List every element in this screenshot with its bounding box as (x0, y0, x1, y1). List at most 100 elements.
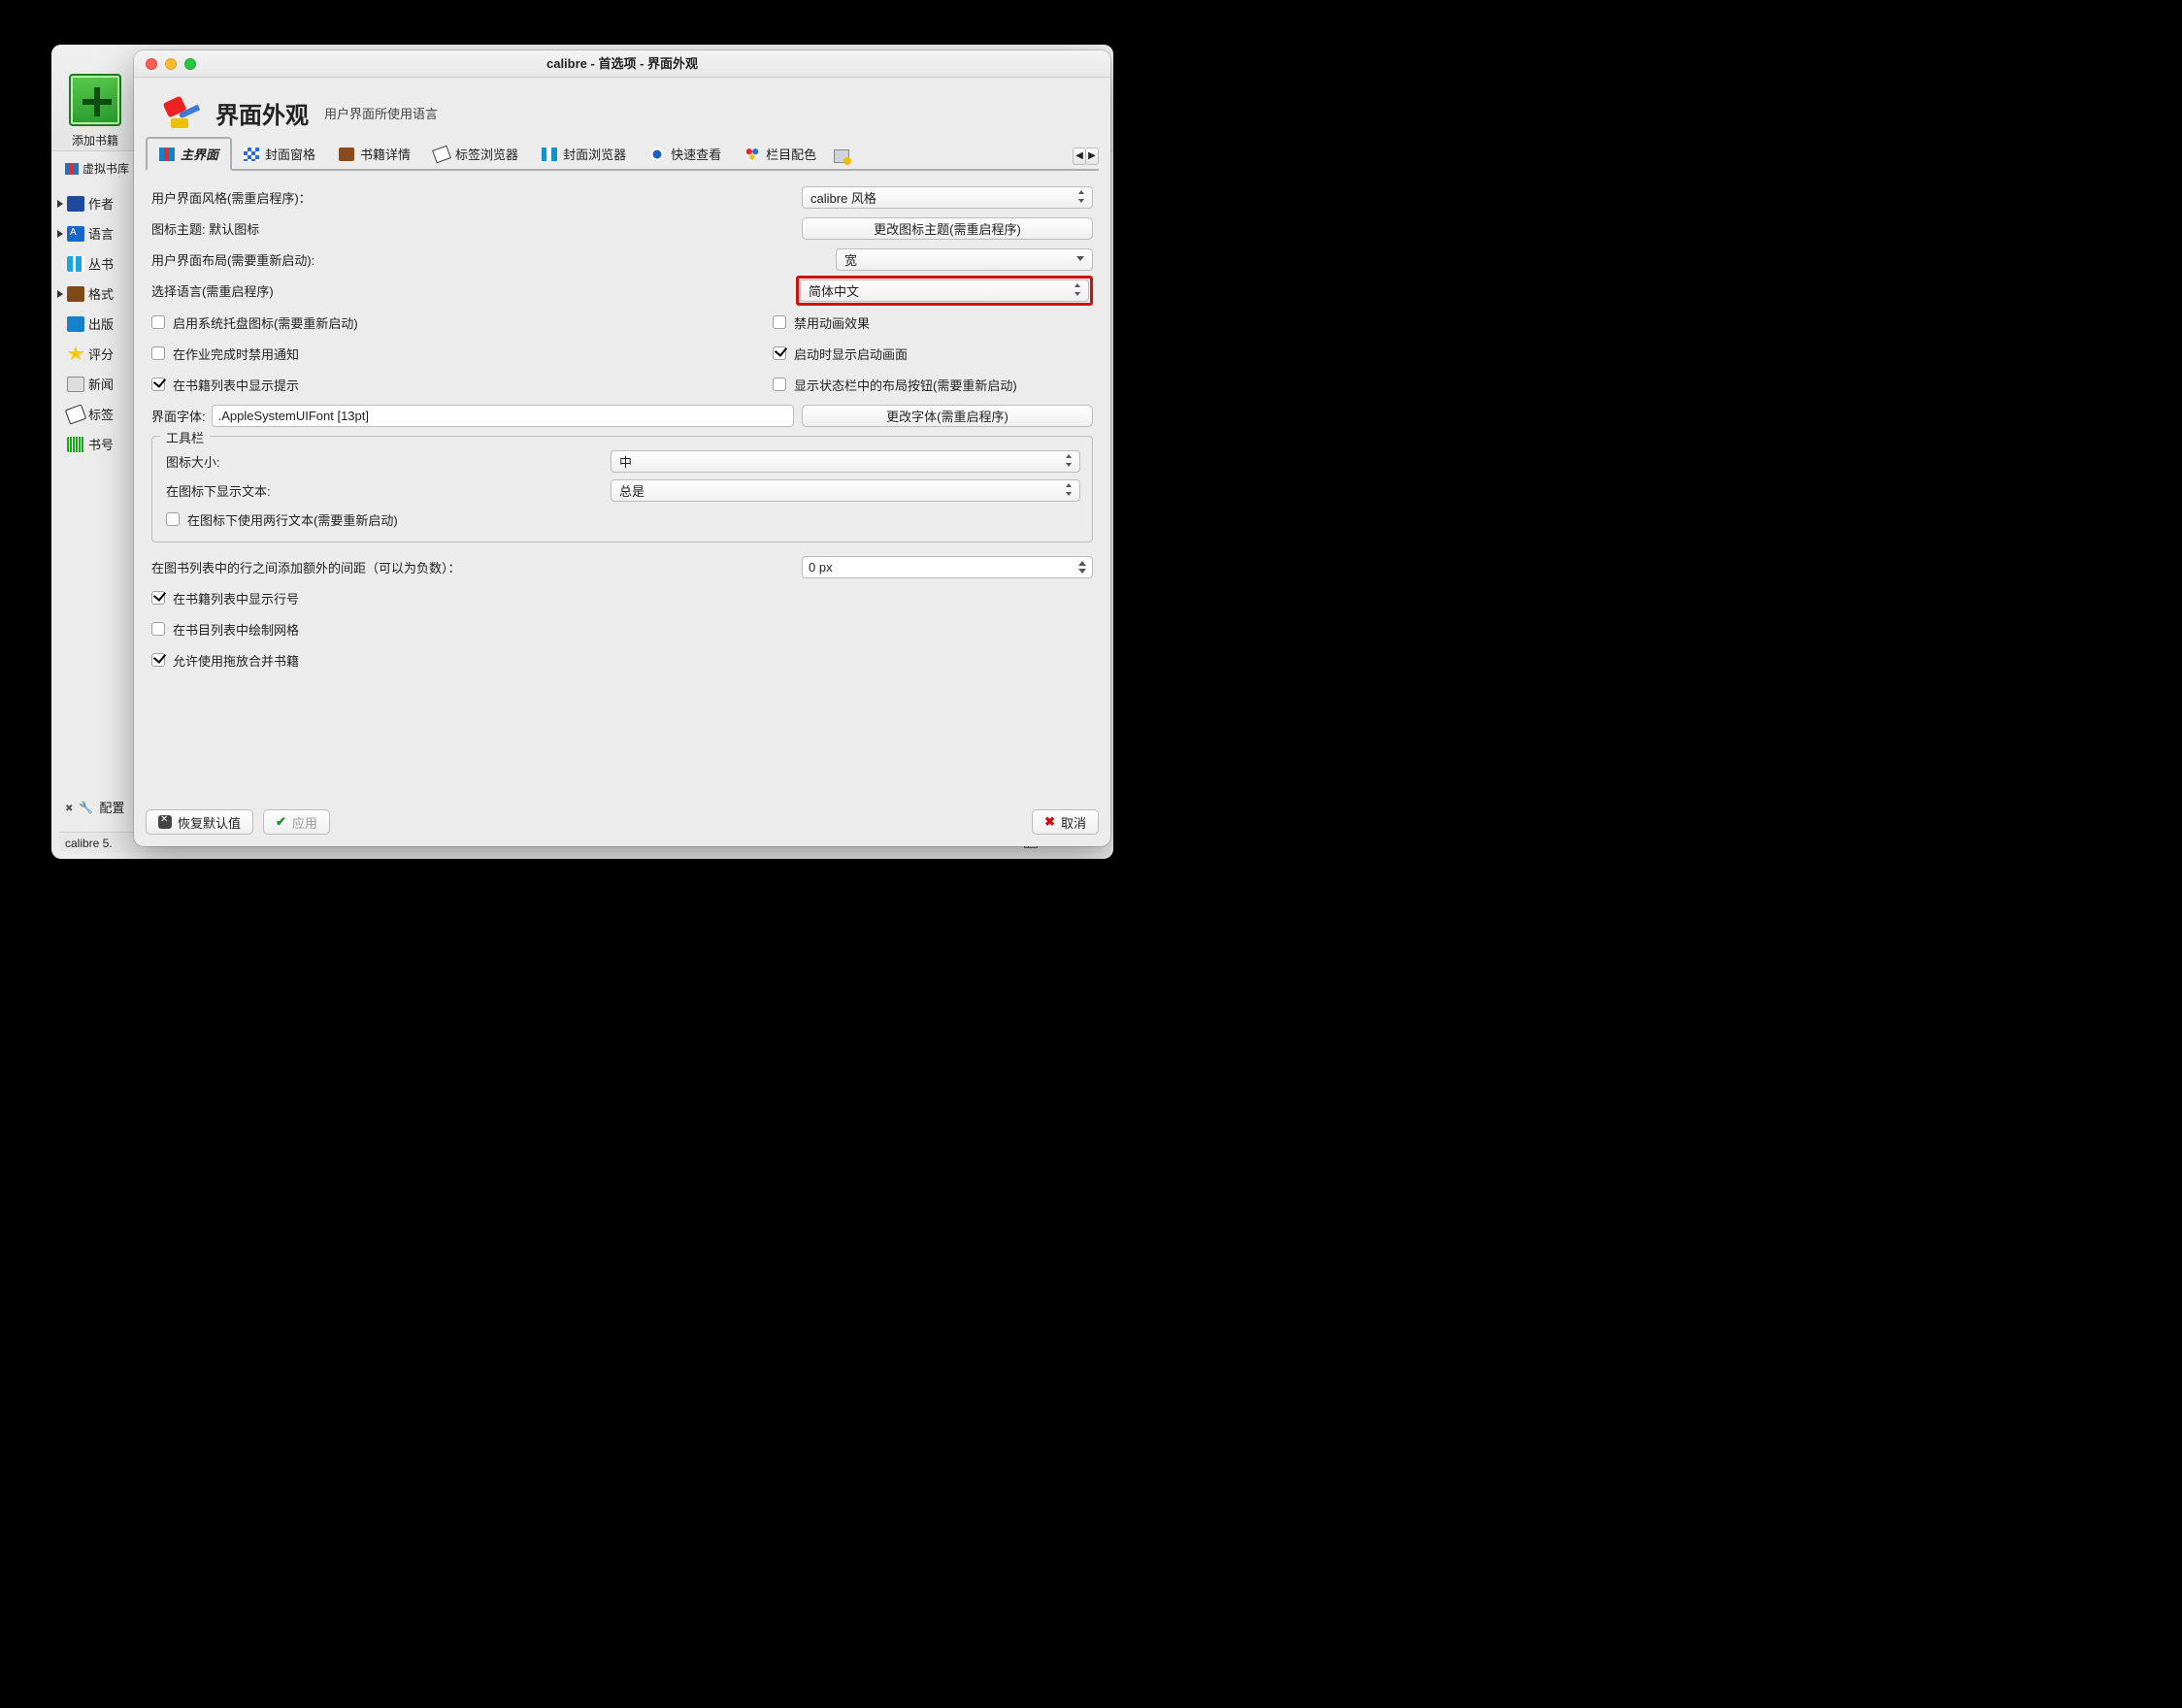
checkbox-label: 在书籍列表中显示提示 (173, 376, 299, 394)
checkbox-label: 在图标下使用两行文本(需要重新启动) (187, 510, 398, 529)
close-window-button[interactable] (146, 58, 157, 70)
tab-cover-grid[interactable]: 封面窗格 (232, 139, 327, 169)
checkbox-label: 在书目列表中绘制网格 (173, 620, 299, 639)
btn-label: 应用 (292, 813, 317, 832)
sidebar-item-label: 书号 (88, 435, 114, 453)
config-label: 配置 (99, 798, 124, 816)
apply-button[interactable]: ✔应用 (263, 809, 330, 835)
virtual-library-label: 虚拟书库 (83, 162, 129, 176)
sidebar-item-rating[interactable]: 评分 (57, 339, 135, 369)
checkbox-label: 在作业完成时禁用通知 (173, 345, 299, 363)
row-spacing-spinbox[interactable]: 0 px (802, 556, 1093, 578)
restore-defaults-button[interactable]: 恢复默认值 (146, 809, 253, 835)
tab-scroll-right[interactable]: ▶ (1085, 148, 1099, 165)
sidebar-item-identifier[interactable]: 书号 (57, 429, 135, 459)
font-label: 界面字体: (151, 407, 206, 425)
tag-icon (65, 404, 86, 424)
eye-icon (649, 148, 665, 161)
close-icon: ✖ (1044, 814, 1055, 830)
tab-book-details[interactable]: 书籍详情 (327, 139, 422, 169)
tab-column-color[interactable]: 栏目配色 (733, 139, 828, 169)
checkbox-drag-merge[interactable]: 允许使用拖放合并书籍 (151, 651, 299, 670)
series-icon (67, 256, 84, 272)
language-value: 简体中文 (809, 281, 859, 300)
change-icon-theme-button[interactable]: 更改图标主题(需重启程序) (802, 217, 1093, 240)
news-icon (67, 377, 84, 392)
tab-label: 主界面 (181, 145, 218, 163)
tab-label: 标签浏览器 (455, 145, 518, 163)
wrench-icon (79, 800, 93, 814)
lookfeel-icon (161, 95, 200, 130)
checkbox-splash[interactable]: 启动时显示启动画面 (773, 345, 908, 363)
icon-text-select[interactable]: 总是 (611, 479, 1080, 502)
books-icon (159, 148, 175, 161)
tab-cover-browser[interactable]: 封面浏览器 (530, 139, 638, 169)
font-value: .AppleSystemUIFont [13pt] (218, 409, 369, 423)
tab-label: 栏目配色 (766, 145, 816, 163)
dialog-titlebar: calibre - 首选项 - 界面外观 (134, 50, 1110, 78)
config-button[interactable]: 配置 (65, 798, 124, 816)
cancel-button[interactable]: ✖取消 (1032, 809, 1099, 835)
layout-value: 宽 (844, 250, 857, 269)
sidebar-item-language[interactable]: 语言 (57, 218, 135, 248)
tab-quickview[interactable]: 快速查看 (638, 139, 733, 169)
version-label: calibre 5. (65, 837, 113, 850)
tag-icon (432, 145, 451, 163)
book-icon (339, 148, 354, 161)
tab-main-interface[interactable]: 主界面 (146, 137, 232, 171)
change-font-button[interactable]: 更改字体(需重启程序) (802, 405, 1093, 427)
add-books-label: 添加书籍 (61, 132, 129, 148)
sidebar-item-series[interactable]: 丛书 (57, 248, 135, 279)
sidebar-item-label: 作者 (88, 194, 114, 213)
tab-extra[interactable] (828, 144, 855, 169)
publisher-icon (67, 316, 84, 332)
preferences-dialog: calibre - 首选项 - 界面外观 界面外观 用户界面所使用语言 主界面 … (134, 50, 1110, 846)
zoom-window-button[interactable] (184, 58, 196, 70)
checkbox-row-number[interactable]: 在书籍列表中显示行号 (151, 589, 299, 608)
icon-size-label: 图标大小: (164, 452, 611, 471)
checkbox-label: 在书籍列表中显示行号 (173, 589, 299, 608)
font-input[interactable]: .AppleSystemUIFont [13pt] (212, 405, 794, 427)
sidebar-item-tag[interactable]: 标签 (57, 399, 135, 429)
layout-label: 用户界面布局(需要重新启动): (151, 250, 314, 269)
sidebar-item-news[interactable]: 新闻 (57, 369, 135, 399)
btn-label: 更改图标主题(需重启程序) (874, 219, 1021, 238)
checkbox-label: 启用系统托盘图标(需要重新启动) (173, 313, 358, 332)
sidebar-item-label: 出版 (88, 314, 114, 333)
add-books-button[interactable] (69, 74, 121, 126)
checkbox-layout-buttons[interactable]: 显示状态栏中的布局按钮(需要重新启动) (773, 376, 1017, 394)
style-select[interactable]: calibre 风格 (802, 186, 1093, 209)
checkbox-notifications[interactable]: 在作业完成时禁用通知 (151, 345, 773, 363)
sidebar-item-format[interactable]: 格式 (57, 279, 135, 309)
icon-size-value: 中 (619, 452, 632, 471)
sidebar-item-label: 丛书 (88, 254, 114, 273)
virtual-library-button[interactable]: 虚拟书库 (65, 160, 129, 177)
row-spacing-label: 在图书列表中的行之间添加额外的间距（可以为负数）： (151, 558, 461, 576)
tab-scroll[interactable]: ◀▶ (1073, 148, 1099, 165)
cover-icon (542, 148, 557, 161)
checkbox-animation[interactable]: 禁用动画效果 (773, 313, 870, 332)
tab-scroll-left[interactable]: ◀ (1073, 148, 1086, 165)
dialog-heading: 界面外观 (215, 96, 309, 130)
gear-icon (65, 800, 73, 814)
icon-text-label: 在图标下显示文本: (164, 481, 611, 500)
minimize-window-button[interactable] (165, 58, 177, 70)
checkbox-grid[interactable]: 在书目列表中绘制网格 (151, 620, 299, 639)
sidebar-item-publisher[interactable]: 出版 (57, 309, 135, 339)
tab-tag-browser[interactable]: 标签浏览器 (422, 139, 530, 169)
checkbox-label: 禁用动画效果 (794, 313, 870, 332)
style-label: 用户界面风格(需重启程序)： (151, 188, 312, 207)
btn-label: 更改字体(需重启程序) (886, 407, 1008, 425)
language-select[interactable]: 简体中文 (800, 279, 1089, 302)
icon-size-select[interactable]: 中 (611, 450, 1080, 473)
dialog-title: calibre - 首选项 - 界面外观 (134, 50, 1110, 78)
sidebar-item-label: 评分 (88, 345, 114, 363)
tab-bar: 主界面 封面窗格 书籍详情 标签浏览器 封面浏览器 快速查看 栏目配色 ◀▶ (146, 142, 1099, 171)
checkbox-tray[interactable]: 启用系统托盘图标(需要重新启动) (151, 313, 773, 332)
checkbox-two-line[interactable]: 在图标下使用两行文本(需要重新启动) (166, 510, 398, 529)
layout-select[interactable]: 宽 (836, 248, 1093, 271)
sidebar-item-label: 语言 (88, 224, 114, 243)
checkbox-tooltip[interactable]: 在书籍列表中显示提示 (151, 376, 773, 394)
tab-label: 快速查看 (671, 145, 721, 163)
sidebar-item-author[interactable]: 作者 (57, 188, 135, 218)
